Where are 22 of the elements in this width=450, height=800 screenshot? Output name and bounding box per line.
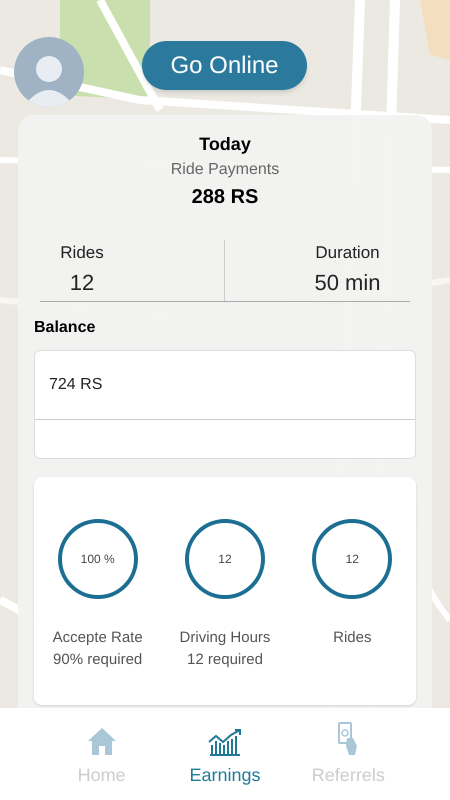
hand-phone-icon: [337, 722, 360, 756]
balance-value: 724 RS: [49, 374, 102, 394]
home-icon: [86, 726, 118, 756]
period-title: Today: [198, 133, 252, 156]
metric-value: 100 %: [80, 550, 115, 568]
stat-label: Duration: [315, 242, 380, 264]
metric-label: Driving Hours: [180, 628, 270, 648]
metric-requirement: 12 required: [187, 650, 263, 670]
stat-value: 50 min: [314, 268, 381, 296]
stat-value: 12: [70, 268, 94, 296]
metric-requirement: 90% required: [53, 650, 142, 670]
metric-label: Rides: [333, 628, 372, 648]
metric-label: Accepte Rate: [52, 628, 143, 648]
payment-amount: 288 RS: [190, 185, 260, 210]
metric-value: 12: [218, 550, 232, 568]
metric-value: 12: [346, 550, 359, 568]
balance-label: Balance: [34, 318, 96, 338]
stat-label: Rides: [60, 242, 104, 264]
rising-chart-icon: [206, 728, 243, 756]
summary-label: Ride Payments: [170, 160, 280, 180]
go-online-button[interactable]: Go Online: [142, 41, 307, 90]
nav-tab[interactable]: Earnings: [174, 708, 275, 800]
